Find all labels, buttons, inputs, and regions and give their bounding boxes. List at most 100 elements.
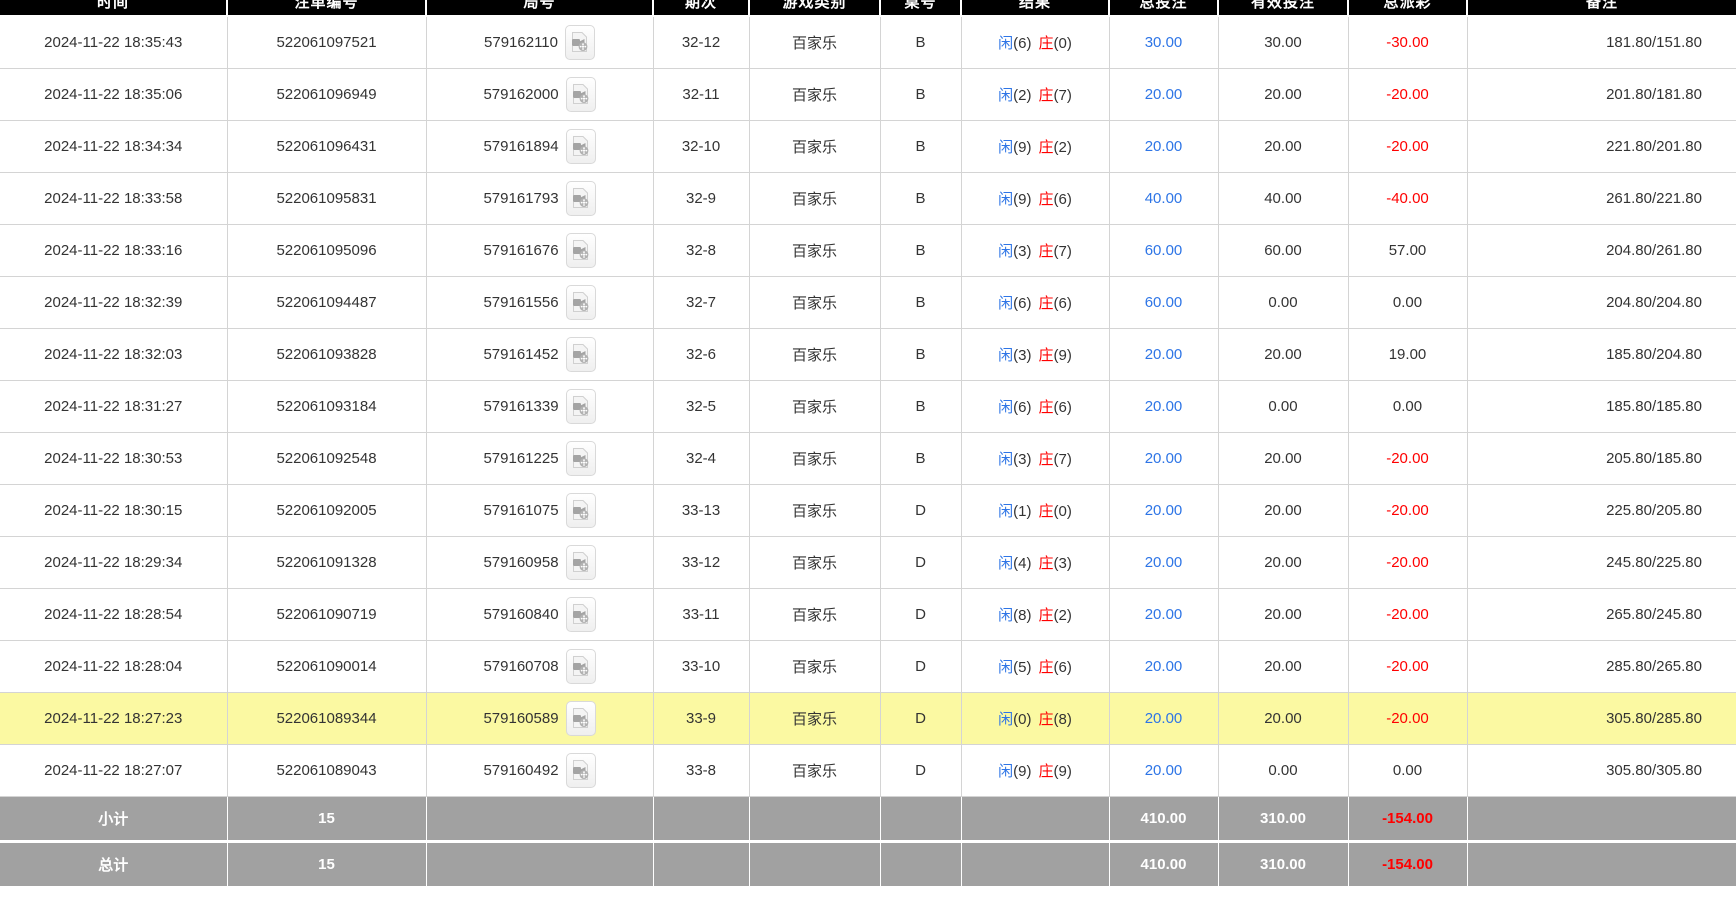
table-code: D (880, 588, 961, 640)
col-header-payout: 总派彩 (1348, 0, 1467, 16)
result-player-score: (6) (1013, 399, 1031, 416)
video-replay-button[interactable] (566, 285, 596, 320)
video-replay-icon (571, 188, 590, 208)
video-replay-button[interactable] (566, 389, 596, 424)
time-cell: 2024-11-22 18:30:15 (0, 484, 227, 536)
table-row[interactable]: 2024-11-22 18:30:53 522061092548 5791612… (0, 432, 1736, 484)
table-row[interactable]: 2024-11-22 18:33:58 522061095831 5791617… (0, 172, 1736, 224)
table-row[interactable]: 2024-11-22 18:30:15 522061092005 5791610… (0, 484, 1736, 536)
total-bet[interactable]: 20.00 (1109, 120, 1218, 172)
video-replay-button[interactable] (565, 25, 595, 60)
table-row[interactable]: 2024-11-22 18:27:07 522061089043 5791604… (0, 744, 1736, 796)
result-player-score: (6) (1013, 295, 1031, 312)
balance: 245.80/225.80 (1467, 536, 1736, 588)
video-replay-button[interactable] (566, 597, 596, 632)
time-cell: 2024-11-22 18:28:04 (0, 640, 227, 692)
total-bet[interactable]: 20.00 (1109, 640, 1218, 692)
col-header-total-bet: 总投注 (1109, 0, 1218, 16)
round-wrap: 579161676 (431, 233, 649, 268)
video-replay-icon (571, 84, 590, 104)
round-wrap: 579161225 (431, 441, 649, 476)
video-replay-button[interactable] (566, 77, 596, 112)
video-replay-button[interactable] (566, 649, 596, 684)
table-row[interactable]: 2024-11-22 18:32:03 522061093828 5791614… (0, 328, 1736, 380)
round-wrap: 579161452 (431, 337, 649, 372)
table-row[interactable]: 2024-11-22 18:33:16 522061095096 5791616… (0, 224, 1736, 276)
table-row[interactable]: 2024-11-22 18:34:34 522061096431 5791618… (0, 120, 1736, 172)
video-replay-button[interactable] (566, 493, 596, 528)
video-replay-button[interactable] (566, 129, 596, 164)
valid-bet: 20.00 (1218, 120, 1348, 172)
total-bet[interactable]: 20.00 (1109, 588, 1218, 640)
total-bet[interactable]: 20.00 (1109, 432, 1218, 484)
balance: 305.80/305.80 (1467, 744, 1736, 796)
table-row[interactable]: 2024-11-22 18:31:27 522061093184 5791613… (0, 380, 1736, 432)
video-replay-button[interactable] (566, 701, 596, 736)
video-replay-button[interactable] (566, 233, 596, 268)
total-bet[interactable]: 60.00 (1109, 224, 1218, 276)
table-code: B (880, 276, 961, 328)
grand-total-period-empty (653, 841, 749, 886)
result-player-score: (6) (1013, 35, 1031, 52)
game-type: 百家乐 (749, 536, 880, 588)
video-replay-icon (571, 552, 590, 572)
col-header-game-type-label: 游戏类别 (750, 0, 879, 12)
total-bet[interactable]: 20.00 (1109, 380, 1218, 432)
period-cell: 32-7 (653, 276, 749, 328)
valid-bet: 60.00 (1218, 224, 1348, 276)
video-replay-button[interactable] (566, 753, 596, 788)
total-bet[interactable]: 20.00 (1109, 744, 1218, 796)
round-no: 579161075 (483, 502, 558, 519)
game-type: 百家乐 (749, 744, 880, 796)
table-row[interactable]: 2024-11-22 18:35:43 522061097521 5791621… (0, 16, 1736, 68)
total-bet[interactable]: 60.00 (1109, 276, 1218, 328)
table-row[interactable]: 2024-11-22 18:29:34 522061091328 5791609… (0, 536, 1736, 588)
order-no: 522061095831 (227, 172, 426, 224)
total-bet[interactable]: 30.00 (1109, 16, 1218, 68)
result-cell: 闲(3)庄(9) (961, 328, 1109, 380)
game-type: 百家乐 (749, 380, 880, 432)
order-no: 522061089344 (227, 692, 426, 744)
order-no: 522061097521 (227, 16, 426, 68)
subtotal-period-empty (653, 796, 749, 841)
order-no: 522061090014 (227, 640, 426, 692)
payout: -20.00 (1348, 588, 1467, 640)
result-player-score: (3) (1013, 451, 1031, 468)
col-header-order-no: 注单编号 (227, 0, 426, 16)
table-row[interactable]: 2024-11-22 18:27:23 522061089344 5791605… (0, 692, 1736, 744)
video-replay-button[interactable] (566, 181, 596, 216)
game-type: 百家乐 (749, 224, 880, 276)
balance: 185.80/185.80 (1467, 380, 1736, 432)
round-no: 579160589 (483, 710, 558, 727)
total-bet[interactable]: 20.00 (1109, 68, 1218, 120)
result-player-score: (4) (1013, 555, 1031, 572)
round-no: 579161339 (483, 398, 558, 415)
game-type: 百家乐 (749, 484, 880, 536)
result-player-score: (3) (1013, 347, 1031, 364)
period-cell: 33-12 (653, 536, 749, 588)
round-cell: 579162110 (426, 16, 653, 68)
result-banker-score: (9) (1054, 763, 1072, 780)
col-header-round-no: 局号 (426, 0, 653, 16)
result-player-label: 闲 (998, 607, 1013, 624)
video-replay-button[interactable] (566, 545, 596, 580)
total-bet[interactable]: 20.00 (1109, 328, 1218, 380)
round-no: 579161793 (483, 190, 558, 207)
total-bet[interactable]: 20.00 (1109, 692, 1218, 744)
result-banker-score: (0) (1054, 503, 1072, 520)
result-player-label: 闲 (998, 35, 1013, 52)
table-row[interactable]: 2024-11-22 18:28:04 522061090014 5791607… (0, 640, 1736, 692)
subtotal-game-type-empty (749, 796, 880, 841)
video-replay-button[interactable] (566, 337, 596, 372)
video-replay-button[interactable] (566, 441, 596, 476)
table-row[interactable]: 2024-11-22 18:32:39 522061094487 5791615… (0, 276, 1736, 328)
table-row[interactable]: 2024-11-22 18:35:06 522061096949 5791620… (0, 68, 1736, 120)
round-wrap: 579161339 (431, 389, 649, 424)
table-row[interactable]: 2024-11-22 18:28:54 522061090719 5791608… (0, 588, 1736, 640)
total-bet[interactable]: 40.00 (1109, 172, 1218, 224)
video-replay-icon (571, 708, 590, 728)
result-cell: 闲(0)庄(8) (961, 692, 1109, 744)
total-bet[interactable]: 20.00 (1109, 536, 1218, 588)
result-banker-label: 庄 (1039, 87, 1054, 104)
total-bet[interactable]: 20.00 (1109, 484, 1218, 536)
